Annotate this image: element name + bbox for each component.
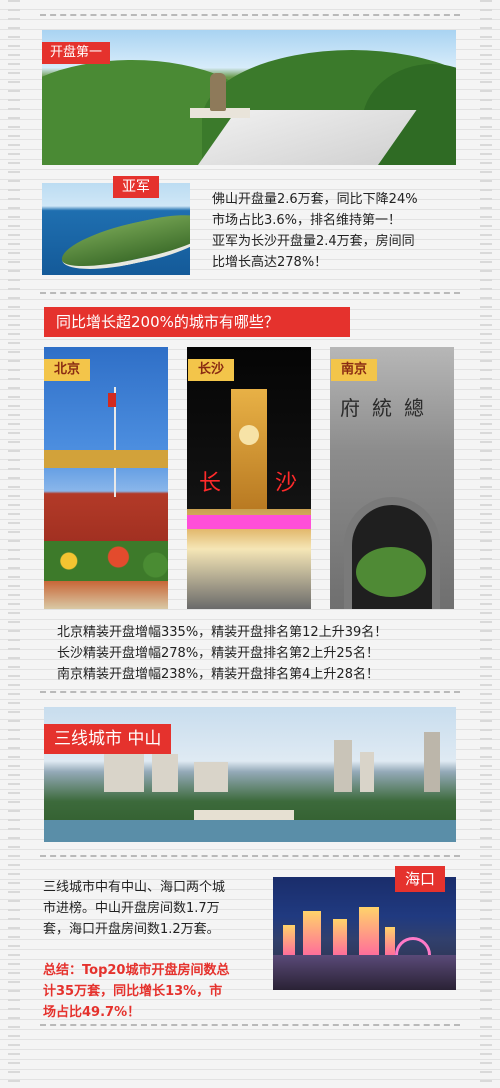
text-line: 长沙精装开盘增幅278%，精装开盘排名第2上升25名！ xyxy=(57,646,379,661)
divider-4 xyxy=(40,855,460,857)
text-line: 北京精装开盘增幅335%，精装开盘排名第12上升39名！ xyxy=(57,625,388,640)
runner-up-tag: 亚军 xyxy=(113,176,159,198)
divider-3 xyxy=(40,691,460,693)
haikou-tag: 海口 xyxy=(395,866,446,892)
left-binding-decoration xyxy=(8,0,20,1088)
city-tag-nanjing: 南京 xyxy=(331,359,378,381)
changsha-photo: 长 沙 xyxy=(187,347,311,609)
text-line: 场占比49.7%！ xyxy=(43,1005,141,1020)
rank-first-tag: 开盘第一 xyxy=(42,42,111,64)
divider-top xyxy=(40,14,460,16)
nanjing-photo: 府統總 xyxy=(330,347,454,609)
section1-text: 佛山开盘量2.6万套，同比下降24% 市场占比3.6%，排名维持第一！ 亚军为长… xyxy=(212,189,456,273)
section3-text: 三线城市中有中山、海口两个城 市进榜。中山开盘房间数1.7万 套，海口开盘房间数… xyxy=(43,877,268,940)
text-line: 套，海口开盘房间数1.2万套。 xyxy=(43,922,220,937)
section-banner: 同比增长超200%的城市有哪些？ xyxy=(44,307,350,337)
summary-text: 总结：Top20城市开盘房间数总 计35万套，同比增长13%，市 场占比49.7… xyxy=(43,960,273,1023)
text-line: 佛山开盘量2.6万套，同比下降24% xyxy=(212,192,418,207)
city-tag-beijing: 北京 xyxy=(44,359,91,381)
text-line: 南京精装开盘增幅238%，精装开盘排名第4上升28名！ xyxy=(57,667,379,682)
section2-text: 北京精装开盘增幅335%，精装开盘排名第12上升39名！ 长沙精装开盘增幅278… xyxy=(57,622,457,685)
text-line: 计35万套，同比增长13%，市 xyxy=(43,984,223,999)
tier3-city-tag: 三线城市 中山 xyxy=(44,724,172,754)
beijing-photo xyxy=(44,347,168,609)
text-line: 亚军为长沙开盘量2.4万套，房间同 xyxy=(212,234,415,249)
text-line: 市进榜。中山开盘房间数1.7万 xyxy=(43,901,220,916)
city-tag-changsha: 长沙 xyxy=(188,359,235,381)
text-line: 市场占比3.6%，排名维持第一！ xyxy=(212,213,402,228)
haikou-night-photo xyxy=(273,877,456,990)
text-line: 总结：Top20城市开盘房间数总 xyxy=(43,963,230,978)
text-line: 比增长高达278%！ xyxy=(212,255,328,270)
right-binding-decoration xyxy=(480,0,492,1088)
divider-2 xyxy=(40,292,460,294)
text-line: 三线城市中有中山、海口两个城 xyxy=(43,880,226,895)
divider-bottom xyxy=(40,1024,460,1026)
